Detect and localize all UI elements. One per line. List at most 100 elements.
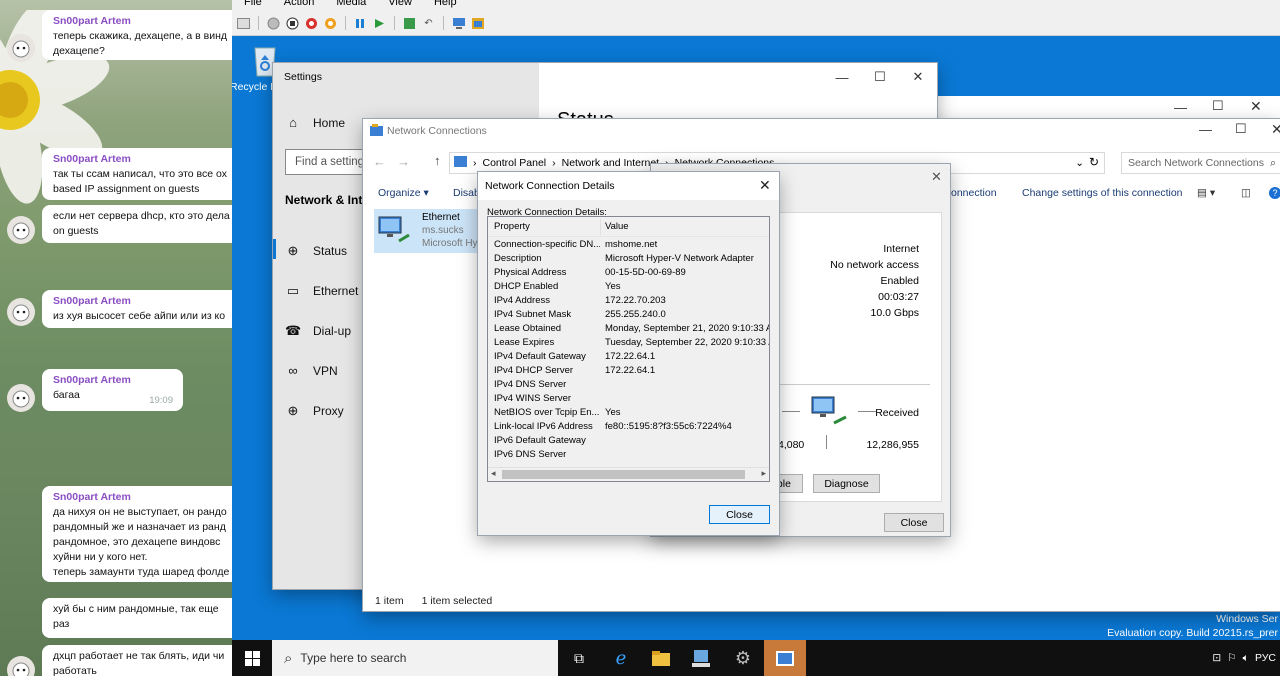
nav-item-vpn[interactable]: ∞ VPN [285,363,337,378]
avatar[interactable] [7,298,35,326]
settings-home[interactable]: ⌂ Home [285,115,345,130]
chevron-down-icon[interactable]: ⌄ [1075,157,1084,169]
resume-icon[interactable] [372,16,387,31]
chat-author[interactable]: Sn00part Artem [53,152,222,167]
chat-message[interactable]: дхцп работает не так блять, иди чи работ… [42,645,232,676]
save-state-icon[interactable] [323,16,338,31]
column-header-value[interactable]: Value [605,217,769,236]
details-row[interactable]: Connection-specific DN... mshome.net [488,238,769,252]
details-row[interactable]: Description Microsoft Hyper-V Network Ada… [488,252,769,266]
menu-action[interactable]: Action [284,0,315,8]
details-row[interactable]: Physical Address 00-15-5D-00-69-89 [488,266,769,280]
chat-author[interactable]: Sn00part Artem [53,373,173,388]
taskbar-search-input[interactable]: ⌕ Type here to search [272,640,558,676]
disable-button[interactable]: Disab [453,187,480,199]
details-row[interactable]: IPv6 Default Gateway [488,434,769,448]
close-icon[interactable]: ✕ [1250,98,1262,115]
up-arrow-icon[interactable]: ↑ [434,153,441,168]
forward-arrow-icon[interactable]: → [397,154,410,169]
chat-message[interactable]: Sn00part Artem да нихуя он не выступает,… [42,486,232,582]
start-button[interactable] [232,640,272,676]
chat-message[interactable]: если нет сервера dhcp, кто это дела on g… [42,205,232,243]
details-row[interactable]: Lease Obtained Monday, September 21, 2020… [488,322,769,336]
avatar[interactable] [7,216,35,244]
menu-help[interactable]: Help [434,0,457,8]
share-icon[interactable] [470,16,485,31]
ethernet-connection-item[interactable]: Ethernet ms.sucks Microsoft Hy [374,209,484,253]
chat-message[interactable]: Sn00part Artem из хуя высосет себе айпи … [42,290,232,328]
task-view-icon[interactable]: ⧉ [558,640,600,676]
details-row[interactable]: DHCP Enabled Yes [488,280,769,294]
nav-item-dialup[interactable]: ☎ Dial-up [285,323,351,339]
minimize-icon[interactable]: — [1199,122,1212,137]
menu-media[interactable]: Media [336,0,366,8]
refresh-icon[interactable]: ↻ [1089,155,1099,169]
details-row[interactable]: IPv6 DNS Server [488,448,769,462]
details-row[interactable]: IPv4 Subnet Mask 255.255.240.0 [488,308,769,322]
turn-off-icon[interactable] [285,16,300,31]
settings-gear-icon[interactable]: ⚙ [722,640,764,676]
search-input[interactable]: Search Network Connections ⌕ [1121,152,1280,174]
maximize-icon[interactable]: ☐ [861,63,899,91]
back-arrow-icon[interactable]: ← [373,154,386,169]
network-connections-task-icon[interactable] [764,640,806,676]
scroll-left-icon[interactable]: ◂ [491,468,496,479]
close-icon[interactable]: ✕ [1271,121,1280,138]
menu-view[interactable]: View [388,0,412,8]
details-row[interactable]: IPv4 Default Gateway 172.22.64.1 [488,350,769,364]
shutdown-icon[interactable] [304,16,319,31]
connection-button[interactable]: onnection [951,187,997,199]
file-explorer-icon[interactable] [640,640,682,676]
minimize-icon[interactable]: — [823,63,861,91]
close-icon[interactable]: ✕ [931,169,942,185]
details-row[interactable]: IPv4 Address 172.22.70.203 [488,294,769,308]
view-options-icon[interactable]: ▤ ▾ [1197,187,1215,199]
menu-file[interactable]: File [244,0,262,8]
help-icon[interactable]: ? [1269,187,1280,199]
nav-item-proxy[interactable]: ⊕ Proxy [285,403,344,419]
scrollbar-thumb[interactable] [502,470,745,479]
details-row[interactable]: IPv4 DNS Server [488,378,769,392]
scroll-right-icon[interactable]: ▸ [761,468,766,479]
tray-flag-icon[interactable]: ⚐ [1227,652,1236,664]
status-close-button[interactable]: Close [884,513,944,532]
diagnose-button[interactable]: Diagnose [813,474,880,493]
chat-message[interactable]: Sn00part Artem так ты ссам написал, что … [42,148,232,200]
change-settings-button[interactable]: Change settings of this connection [1022,187,1183,199]
avatar[interactable] [7,34,35,62]
pause-icon[interactable] [353,16,368,31]
details-row[interactable]: Link-local IPv6 Address fe80::5195:8?f3:5… [488,420,769,434]
chat-author[interactable]: Sn00part Artem [53,490,222,505]
maximize-icon[interactable]: ☐ [1235,121,1247,137]
minimize-icon[interactable]: — [1174,100,1187,115]
maximize-icon[interactable]: ☐ [1212,98,1224,114]
organize-button[interactable]: Organize ▾ [378,187,429,199]
nav-item-ethernet[interactable]: ▭ Ethernet [285,283,359,299]
chat-author[interactable]: Sn00part Artem [53,294,222,309]
checkpoint-icon[interactable] [402,16,417,31]
details-row[interactable]: IPv4 WINS Server [488,392,769,406]
details-listview[interactable]: Property Value Connection-specific DN...… [487,216,770,482]
tray-volume-icon[interactable]: 🔈︎ [1243,652,1249,665]
tray-network-icon[interactable]: ⊡ [1212,652,1221,664]
close-icon[interactable]: ✕ [759,177,771,194]
close-icon[interactable]: ✕ [899,63,937,91]
details-close-button[interactable]: Close [709,505,770,524]
avatar[interactable] [7,384,35,412]
nav-item-status[interactable]: ⊕ Status [285,243,347,259]
column-header-property[interactable]: Property [494,217,600,236]
chat-message[interactable]: хуй бы с ним рандомные, так еще раз [42,598,232,638]
details-row[interactable]: IPv4 DHCP Server 172.22.64.1 [488,364,769,378]
server-manager-icon[interactable] [680,640,722,676]
horizontal-scrollbar[interactable]: ◂ ▸ [488,467,769,481]
chat-message[interactable]: Sn00part Artem теперь скажика, дехацепе,… [42,10,232,60]
start-vm-icon[interactable] [266,16,281,31]
enhanced-session-icon[interactable] [451,16,466,31]
keyboard-language[interactable]: РУС [1255,652,1276,664]
breadcrumb-control-panel[interactable]: Control Panel [483,157,547,169]
chat-message[interactable]: Sn00part Artem багаа 19:09 [42,369,183,411]
chat-author[interactable]: Sn00part Artem [53,14,222,29]
details-row[interactable]: NetBIOS over Tcpip En... Yes [488,406,769,420]
ctrl-alt-del-icon[interactable] [236,16,251,31]
details-row[interactable]: Lease Expires Tuesday, September 22, 2020… [488,336,769,350]
